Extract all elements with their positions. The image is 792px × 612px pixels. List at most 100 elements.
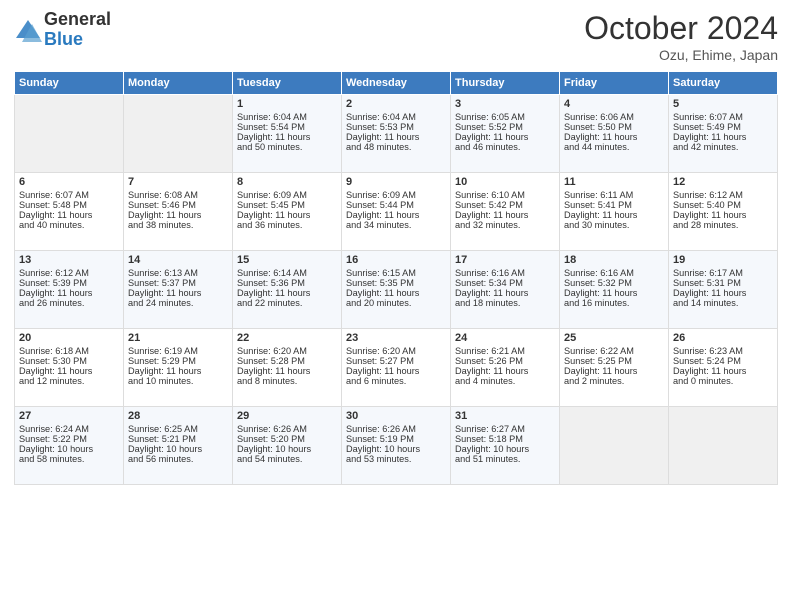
day-cell: 13Sunrise: 6:12 AMSunset: 5:39 PMDayligh… (15, 251, 124, 329)
day-info-line: Daylight: 11 hours (237, 288, 337, 298)
day-number: 14 (128, 254, 228, 266)
day-cell: 23Sunrise: 6:20 AMSunset: 5:27 PMDayligh… (342, 329, 451, 407)
day-info-line: Sunrise: 6:14 AM (237, 268, 337, 278)
day-info-line: Daylight: 11 hours (564, 210, 664, 220)
day-cell: 31Sunrise: 6:27 AMSunset: 5:18 PMDayligh… (451, 407, 560, 485)
day-info-line: Daylight: 11 hours (19, 210, 119, 220)
header-monday: Monday (124, 72, 233, 95)
day-info-line: and 36 minutes. (237, 220, 337, 230)
day-info-line: and 51 minutes. (455, 454, 555, 464)
day-info-line: Sunset: 5:48 PM (19, 200, 119, 210)
day-info-line: Daylight: 11 hours (346, 366, 446, 376)
day-info-line: Sunrise: 6:25 AM (128, 424, 228, 434)
day-info-line: Daylight: 10 hours (19, 444, 119, 454)
day-info-line: Sunset: 5:25 PM (564, 356, 664, 366)
day-info-line: Sunrise: 6:12 AM (673, 190, 773, 200)
day-info-line: and 14 minutes. (673, 298, 773, 308)
day-info-line: Sunset: 5:50 PM (564, 122, 664, 132)
week-row-1: 1Sunrise: 6:04 AMSunset: 5:54 PMDaylight… (15, 95, 778, 173)
day-info-line: and 16 minutes. (564, 298, 664, 308)
day-number: 22 (237, 332, 337, 344)
day-info-line: Daylight: 11 hours (19, 288, 119, 298)
day-info-line: Daylight: 10 hours (128, 444, 228, 454)
day-info-line: Sunset: 5:30 PM (19, 356, 119, 366)
day-cell: 16Sunrise: 6:15 AMSunset: 5:35 PMDayligh… (342, 251, 451, 329)
day-number: 2 (346, 98, 446, 110)
day-info-line: and 32 minutes. (455, 220, 555, 230)
day-info-line: Sunset: 5:52 PM (455, 122, 555, 132)
header-saturday: Saturday (669, 72, 778, 95)
day-info-line: Daylight: 11 hours (455, 132, 555, 142)
logo-icon (14, 16, 42, 44)
day-info-line: Sunrise: 6:06 AM (564, 112, 664, 122)
day-info-line: and 10 minutes. (128, 376, 228, 386)
day-info-line: Daylight: 11 hours (673, 288, 773, 298)
day-info-line: and 54 minutes. (237, 454, 337, 464)
title-block: October 2024 Ozu, Ehime, Japan (584, 10, 778, 63)
day-info-line: and 40 minutes. (19, 220, 119, 230)
header: General Blue October 2024 Ozu, Ehime, Ja… (14, 10, 778, 63)
day-cell: 25Sunrise: 6:22 AMSunset: 5:25 PMDayligh… (560, 329, 669, 407)
day-info-line: Sunset: 5:53 PM (346, 122, 446, 132)
day-cell: 22Sunrise: 6:20 AMSunset: 5:28 PMDayligh… (233, 329, 342, 407)
day-cell: 17Sunrise: 6:16 AMSunset: 5:34 PMDayligh… (451, 251, 560, 329)
day-info-line: and 56 minutes. (128, 454, 228, 464)
day-number: 7 (128, 176, 228, 188)
day-info-line: Sunset: 5:40 PM (673, 200, 773, 210)
week-row-3: 13Sunrise: 6:12 AMSunset: 5:39 PMDayligh… (15, 251, 778, 329)
day-info-line: and 30 minutes. (564, 220, 664, 230)
day-info-line: Sunset: 5:46 PM (128, 200, 228, 210)
day-info-line: and 58 minutes. (19, 454, 119, 464)
day-info-line: and 18 minutes. (455, 298, 555, 308)
day-info-line: Daylight: 11 hours (564, 366, 664, 376)
day-info-line: Daylight: 11 hours (346, 132, 446, 142)
page: General Blue October 2024 Ozu, Ehime, Ja… (0, 0, 792, 612)
day-number: 31 (455, 410, 555, 422)
day-cell: 20Sunrise: 6:18 AMSunset: 5:30 PMDayligh… (15, 329, 124, 407)
day-info-line: Sunrise: 6:07 AM (19, 190, 119, 200)
day-info-line: Daylight: 11 hours (455, 210, 555, 220)
day-info-line: Sunset: 5:29 PM (128, 356, 228, 366)
day-info-line: Sunrise: 6:12 AM (19, 268, 119, 278)
location-subtitle: Ozu, Ehime, Japan (584, 47, 778, 63)
day-cell (669, 407, 778, 485)
week-row-5: 27Sunrise: 6:24 AMSunset: 5:22 PMDayligh… (15, 407, 778, 485)
day-number: 16 (346, 254, 446, 266)
day-info-line: Sunset: 5:44 PM (346, 200, 446, 210)
day-number: 1 (237, 98, 337, 110)
day-info-line: Sunrise: 6:04 AM (237, 112, 337, 122)
day-info-line: Daylight: 11 hours (128, 288, 228, 298)
day-info-line: Sunrise: 6:13 AM (128, 268, 228, 278)
day-info-line: and 38 minutes. (128, 220, 228, 230)
day-cell: 9Sunrise: 6:09 AMSunset: 5:44 PMDaylight… (342, 173, 451, 251)
day-info-line: Sunset: 5:28 PM (237, 356, 337, 366)
day-info-line: Sunset: 5:24 PM (673, 356, 773, 366)
logo-general-text: General (44, 10, 111, 30)
day-info-line: Sunset: 5:34 PM (455, 278, 555, 288)
day-number: 9 (346, 176, 446, 188)
day-info-line: and 22 minutes. (237, 298, 337, 308)
day-cell: 28Sunrise: 6:25 AMSunset: 5:21 PMDayligh… (124, 407, 233, 485)
day-number: 11 (564, 176, 664, 188)
day-cell: 29Sunrise: 6:26 AMSunset: 5:20 PMDayligh… (233, 407, 342, 485)
day-cell: 7Sunrise: 6:08 AMSunset: 5:46 PMDaylight… (124, 173, 233, 251)
day-number: 27 (19, 410, 119, 422)
week-row-2: 6Sunrise: 6:07 AMSunset: 5:48 PMDaylight… (15, 173, 778, 251)
day-cell: 15Sunrise: 6:14 AMSunset: 5:36 PMDayligh… (233, 251, 342, 329)
day-info-line: Daylight: 11 hours (673, 366, 773, 376)
header-thursday: Thursday (451, 72, 560, 95)
day-info-line: Daylight: 10 hours (237, 444, 337, 454)
day-number: 21 (128, 332, 228, 344)
day-info-line: Daylight: 11 hours (564, 132, 664, 142)
day-cell: 19Sunrise: 6:17 AMSunset: 5:31 PMDayligh… (669, 251, 778, 329)
day-info-line: Daylight: 11 hours (455, 366, 555, 376)
calendar-table: SundayMondayTuesdayWednesdayThursdayFrid… (14, 71, 778, 485)
day-info-line: and 53 minutes. (346, 454, 446, 464)
day-number: 13 (19, 254, 119, 266)
day-cell: 5Sunrise: 6:07 AMSunset: 5:49 PMDaylight… (669, 95, 778, 173)
header-friday: Friday (560, 72, 669, 95)
day-info-line: Daylight: 11 hours (237, 210, 337, 220)
day-info-line: and 0 minutes. (673, 376, 773, 386)
day-number: 5 (673, 98, 773, 110)
day-info-line: Daylight: 11 hours (128, 210, 228, 220)
